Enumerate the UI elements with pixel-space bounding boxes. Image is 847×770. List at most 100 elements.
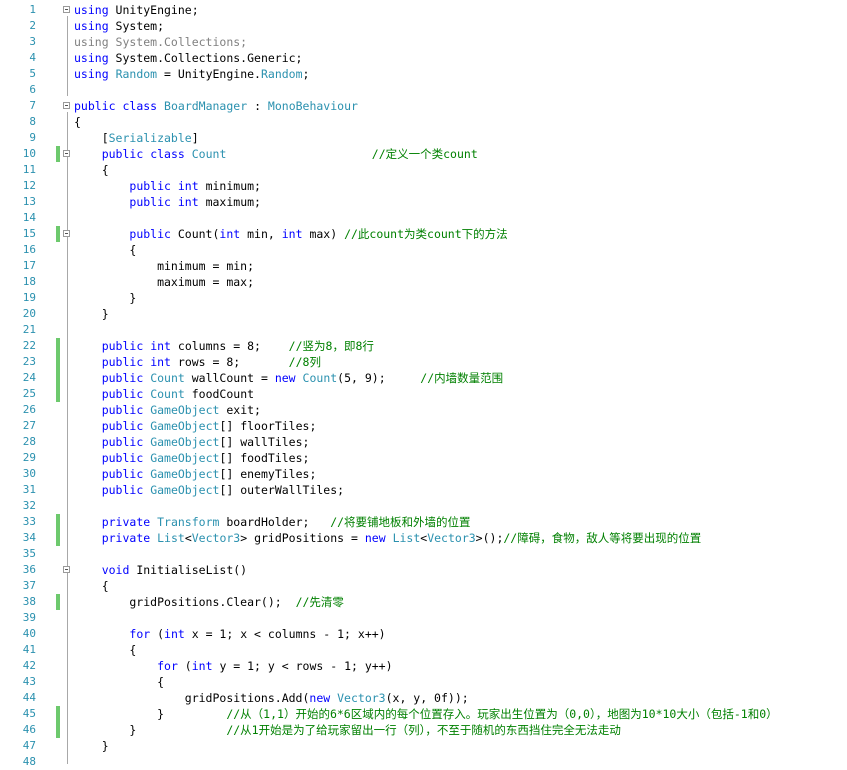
code-line[interactable]: 29 public GameObject[] foodTiles;: [0, 450, 847, 466]
code-text: }: [74, 738, 109, 754]
code-line[interactable]: 21: [0, 322, 847, 338]
code-line[interactable]: 42 for (int y = 1; y < rows - 1; y++): [0, 658, 847, 674]
code-text: [Serializable]: [74, 130, 199, 146]
line-number: 23: [22, 355, 36, 368]
code-text: public Count wallCount = new Count(5, 9)…: [74, 370, 503, 386]
code-line[interactable]: 36 void InitialiseList(): [0, 562, 847, 578]
code-line[interactable]: 31 public GameObject[] outerWallTiles;: [0, 482, 847, 498]
code-line[interactable]: 5 using Random = UnityEngine.Random;: [0, 66, 847, 82]
change-marker: [56, 706, 60, 722]
code-line[interactable]: 41 {: [0, 642, 847, 658]
code-line[interactable]: 19 }: [0, 290, 847, 306]
code-line[interactable]: 38 gridPositions.Clear(); //先清零: [0, 594, 847, 610]
type-token: Count: [150, 371, 185, 385]
code-line[interactable]: 22 public int columns = 8; //竖为8，即8行: [0, 338, 847, 354]
change-marker: [56, 514, 60, 530]
line-number: 41: [22, 643, 36, 656]
code-line[interactable]: 15 public Count(int min, int max) //此cou…: [0, 226, 847, 242]
collapse-icon[interactable]: [63, 150, 70, 157]
line-number: 3: [29, 35, 36, 48]
line-number: 16: [22, 243, 36, 256]
keyword-token: using: [74, 67, 109, 81]
code-line[interactable]: 27 public GameObject[] floorTiles;: [0, 418, 847, 434]
code-line[interactable]: 44 gridPositions.Add(new Vector3(x, y, 0…: [0, 690, 847, 706]
code-editor[interactable]: 1 using UnityEngine; 2 using System; 3 using …: [0, 0, 847, 768]
code-line[interactable]: 16 {: [0, 242, 847, 258]
code-text: {: [74, 242, 136, 258]
code-token: columns = 8;: [170, 339, 289, 353]
collapse-icon[interactable]: [63, 566, 70, 573]
code-line[interactable]: 20 }: [0, 306, 847, 322]
code-token: = UnityEngine.: [157, 67, 261, 81]
code-line[interactable]: 9 [Serializable]: [0, 130, 847, 146]
code-line[interactable]: 10 public class Count //定义一个类count: [0, 146, 847, 162]
line-number: 5: [29, 67, 36, 80]
code-line[interactable]: 18 maximum = max;: [0, 274, 847, 290]
collapse-icon[interactable]: [63, 6, 70, 13]
change-marker: [56, 370, 60, 386]
code-line[interactable]: 46 } //从1开始是为了给玩家留出一行（列），不至于随机的东西挡住完全无法走…: [0, 722, 847, 738]
code-token: exit;: [219, 403, 261, 417]
code-line[interactable]: 48: [0, 754, 847, 770]
code-line[interactable]: 33 private Transform boardHolder; //将要铺地…: [0, 514, 847, 530]
code-line[interactable]: 34 private List<Vector3> gridPositions =…: [0, 530, 847, 546]
code-text: public GameObject[] wallTiles;: [74, 434, 310, 450]
code-token: }: [74, 739, 109, 753]
code-text: gridPositions.Add(new Vector3(x, y, 0f))…: [74, 690, 469, 706]
code-line[interactable]: 37 {: [0, 578, 847, 594]
code-line[interactable]: 7 public class BoardManager : MonoBehavio…: [0, 98, 847, 114]
code-line[interactable]: 47 }: [0, 738, 847, 754]
code-line[interactable]: 32: [0, 498, 847, 514]
code-line[interactable]: 13 public int maximum;: [0, 194, 847, 210]
code-line[interactable]: 40 for (int x = 1; x < columns - 1; x++): [0, 626, 847, 642]
line-number: 1: [29, 3, 36, 16]
code-token: <: [184, 531, 192, 545]
code-line[interactable]: 25 public Count foodCount: [0, 386, 847, 402]
code-line[interactable]: 39: [0, 610, 847, 626]
code-line[interactable]: 35: [0, 546, 847, 562]
code-line[interactable]: 6: [0, 82, 847, 98]
code-token: maximum = max;: [74, 275, 255, 289]
code-line[interactable]: 26 public GameObject exit;: [0, 402, 847, 418]
code-line[interactable]: 17 minimum = min;: [0, 258, 847, 274]
code-line[interactable]: 14: [0, 210, 847, 226]
collapse-icon[interactable]: [63, 102, 70, 109]
dimmed-token: using System.Collections;: [74, 35, 248, 49]
type-token: GameObject: [150, 451, 220, 465]
keyword-token: public: [101, 403, 144, 417]
code-line[interactable]: 12 public int minimum;: [0, 178, 847, 194]
change-marker: [56, 722, 60, 738]
type-token: GameObject: [150, 403, 220, 417]
line-number: 38: [22, 595, 36, 608]
code-line[interactable]: 24 public Count wallCount = new Count(5,…: [0, 370, 847, 386]
type-token: GameObject: [150, 483, 220, 497]
code-line[interactable]: 30 public GameObject[] enemyTiles;: [0, 466, 847, 482]
code-line[interactable]: 43 {: [0, 674, 847, 690]
code-token: [] outerWallTiles;: [219, 483, 345, 497]
keyword-token: public: [101, 419, 144, 433]
code-line[interactable]: 3 using System.Collections;: [0, 34, 847, 50]
code-line[interactable]: 45 } //从（1,1）开始的6*6区域内的每个位置存入。玩家出生位置为（0,…: [0, 706, 847, 722]
code-line[interactable]: 1 using UnityEngine;: [0, 2, 847, 18]
code-token: {: [74, 163, 109, 177]
type-token: Vector3: [191, 531, 241, 545]
line-number: 27: [22, 419, 36, 432]
code-line[interactable]: 4 using System.Collections.Generic;: [0, 50, 847, 66]
code-line[interactable]: 8{: [0, 114, 847, 130]
code-line[interactable]: 11 {: [0, 162, 847, 178]
code-line[interactable]: 23 public int rows = 8; //8列: [0, 354, 847, 370]
collapse-icon[interactable]: [63, 230, 70, 237]
code-token: max): [302, 227, 345, 241]
line-number: 10: [22, 147, 36, 160]
type-token: BoardManager: [164, 99, 248, 113]
code-line[interactable]: 2 using System;: [0, 18, 847, 34]
code-line[interactable]: 28 public GameObject[] wallTiles;: [0, 434, 847, 450]
code-text: public Count(int min, int max) //此count为…: [74, 226, 507, 242]
keyword-token: for: [157, 659, 178, 673]
